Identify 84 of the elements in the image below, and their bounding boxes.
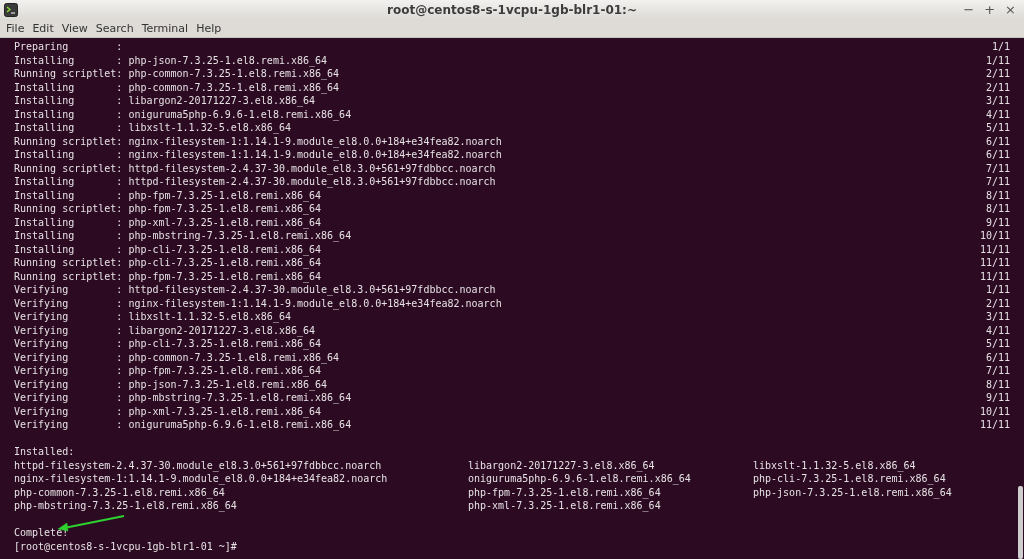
progress-count: 6/11 — [985, 350, 1010, 364]
progress-count: 6/11 — [985, 134, 1010, 148]
output-line: Running scriptlet: php-cli-7.3.25-1.el8.remi.x86_64 — [14, 256, 322, 270]
menu-item[interactable]: Help — [192, 22, 226, 35]
menu-item[interactable]: File — [2, 22, 29, 35]
progress-count: 1/11 — [985, 53, 1010, 67]
package-name: oniguruma5php-6.9.6-1.el8.remi.x86_64 — [468, 472, 691, 486]
output-line: Installing : httpd-filesystem-2.4.37-30.module_el8.3.0+561+97fdbbcc.noarch — [14, 175, 496, 189]
progress-count: 11/11 — [979, 269, 1010, 283]
output-line: Verifying : libxslt-1.1.32-5.el8.x86_64 — [14, 310, 291, 324]
output-line: Verifying : php-cli-7.3.25-1.el8.remi.x86_64 — [14, 337, 322, 351]
progress-count: 11/11 — [979, 242, 1010, 256]
terminal-icon — [4, 3, 18, 17]
package-name: php-xml-7.3.25-1.el8.remi.x86_64 — [468, 499, 661, 513]
progress-count: 2/11 — [985, 67, 1010, 81]
output-line: Installing : libxslt-1.1.32-5.el8.x86_64 — [14, 121, 291, 135]
output-line: Verifying : php-fpm-7.3.25-1.el8.remi.x86_64 — [14, 364, 322, 378]
output-line: Installing : php-xml-7.3.25-1.el8.remi.x86_64 — [14, 215, 322, 229]
output-line: Installing : libargon2-20171227-3.el8.x86_64 — [14, 94, 316, 108]
output-line: Installing : php-fpm-7.3.25-1.el8.remi.x86_64 — [14, 188, 322, 202]
progress-count: 2/11 — [985, 80, 1010, 94]
output-line: Running scriptlet: php-fpm-7.3.25-1.el8.remi.x86_64 — [14, 269, 322, 283]
scrollbar-thumb[interactable] — [1018, 486, 1023, 559]
output-line: Verifying : php-xml-7.3.25-1.el8.remi.x86_64 — [14, 404, 322, 418]
progress-count: 5/11 — [985, 337, 1010, 351]
output-line: Installing : php-common-7.3.25-1.el8.remi.x86_64 — [14, 80, 340, 94]
output-line: Installing : php-mbstring-7.3.25-1.el8.remi.x86_64 — [14, 229, 352, 243]
package-name: httpd-filesystem-2.4.37-30.module_el8.3.0+561+97fdbbcc.noarch — [14, 458, 382, 472]
minimize-button[interactable]: − — [961, 2, 977, 18]
progress-count: 1/11 — [985, 283, 1010, 297]
progress-count: 8/11 — [985, 188, 1010, 202]
progress-count: 2/11 — [985, 296, 1010, 310]
output-line: Verifying : httpd-filesystem-2.4.37-30.module_el8.3.0+561+97fdbbcc.noarch — [14, 283, 496, 297]
output-line: Installed: — [14, 445, 75, 459]
output-line: Verifying : php-mbstring-7.3.25-1.el8.remi.x86_64 — [14, 391, 352, 405]
package-name: php-common-7.3.25-1.el8.remi.x86_64 — [14, 485, 225, 499]
menu-item[interactable]: Edit — [28, 22, 58, 35]
output-line: Preparing : — [14, 40, 123, 54]
progress-count: 1/1 — [991, 40, 1010, 54]
progress-count: 10/11 — [979, 404, 1010, 418]
window-title: root@centos8-s-1vcpu-1gb-blr1-01:~ — [387, 3, 637, 17]
output-line: Verifying : libargon2-20171227-3.el8.x86_64 — [14, 323, 316, 337]
progress-count: 3/11 — [985, 94, 1010, 108]
package-name: nginx-filesystem-1:1.14.1-9.module_el8.0.0+184+e34fea82.noarch — [14, 472, 388, 486]
progress-count: 7/11 — [985, 161, 1010, 175]
package-name: php-mbstring-7.3.25-1.el8.remi.x86_64 — [14, 499, 237, 513]
output-line: Verifying : oniguruma5php-6.9.6-1.el8.remi.x86_64 — [14, 418, 352, 432]
progress-count: 11/11 — [979, 256, 1010, 270]
output-line: Verifying : php-common-7.3.25-1.el8.remi.x86_64 — [14, 350, 340, 364]
package-name: libxslt-1.1.32-5.el8.x86_64 — [753, 458, 916, 472]
output-line: Installing : nginx-filesystem-1:1.14.1-9.module_el8.0.0+184+e34fea82.noarch — [14, 148, 502, 162]
package-name: php-json-7.3.25-1.el8.remi.x86_64 — [753, 485, 952, 499]
menu-item[interactable]: View — [57, 22, 92, 35]
output-line: Verifying : nginx-filesystem-1:1.14.1-9.module_el8.0.0+184+e34fea82.noarch — [14, 296, 502, 310]
output-line: Installing : oniguruma5php-6.9.6-1.el8.remi.x86_64 — [14, 107, 352, 121]
output-line: Installing : php-json-7.3.25-1.el8.remi.x86_64 — [14, 53, 328, 67]
progress-count: 7/11 — [985, 175, 1010, 189]
progress-count: 8/11 — [985, 377, 1010, 391]
maximize-button[interactable]: + — [982, 2, 998, 18]
progress-count: 6/11 — [985, 148, 1010, 162]
status-line: Complete! — [14, 526, 69, 540]
progress-count: 9/11 — [985, 215, 1010, 229]
menu-item[interactable]: Search — [91, 22, 138, 35]
progress-count: 5/11 — [985, 121, 1010, 135]
progress-count: 3/11 — [985, 310, 1010, 324]
progress-count: 11/11 — [979, 418, 1010, 432]
output-line: Running scriptlet: nginx-filesystem-1:1.14.1-9.module_el8.0.0+184+e34fea82.noarch — [14, 134, 502, 148]
output-line: Verifying : php-json-7.3.25-1.el8.remi.x86_64 — [14, 377, 328, 391]
progress-count: 7/11 — [985, 364, 1010, 378]
progress-count: 10/11 — [979, 229, 1010, 243]
progress-count: 4/11 — [985, 107, 1010, 121]
progress-count: 8/11 — [985, 202, 1010, 216]
output-line: Running scriptlet: httpd-filesystem-2.4.37-30.module_el8.3.0+561+97fdbbcc.noarch — [14, 161, 496, 175]
progress-count: 4/11 — [985, 323, 1010, 337]
output-line: Running scriptlet: php-common-7.3.25-1.el8.remi.x86_64 — [14, 67, 340, 81]
output-line: Running scriptlet: php-fpm-7.3.25-1.el8.remi.x86_64 — [14, 202, 322, 216]
progress-count: 9/11 — [985, 391, 1010, 405]
package-name: libargon2-20171227-3.el8.x86_64 — [468, 458, 655, 472]
output-line: Installing : php-cli-7.3.25-1.el8.remi.x86_64 — [14, 242, 322, 256]
shell-prompt: [root@centos8-s-1vcpu-1gb-blr1-01 ~]# — [14, 539, 237, 553]
package-name: php-cli-7.3.25-1.el8.remi.x86_64 — [753, 472, 946, 486]
menu-item[interactable]: Terminal — [137, 22, 193, 35]
close-button[interactable]: × — [1003, 2, 1018, 18]
package-name: php-fpm-7.3.25-1.el8.remi.x86_64 — [468, 485, 661, 499]
